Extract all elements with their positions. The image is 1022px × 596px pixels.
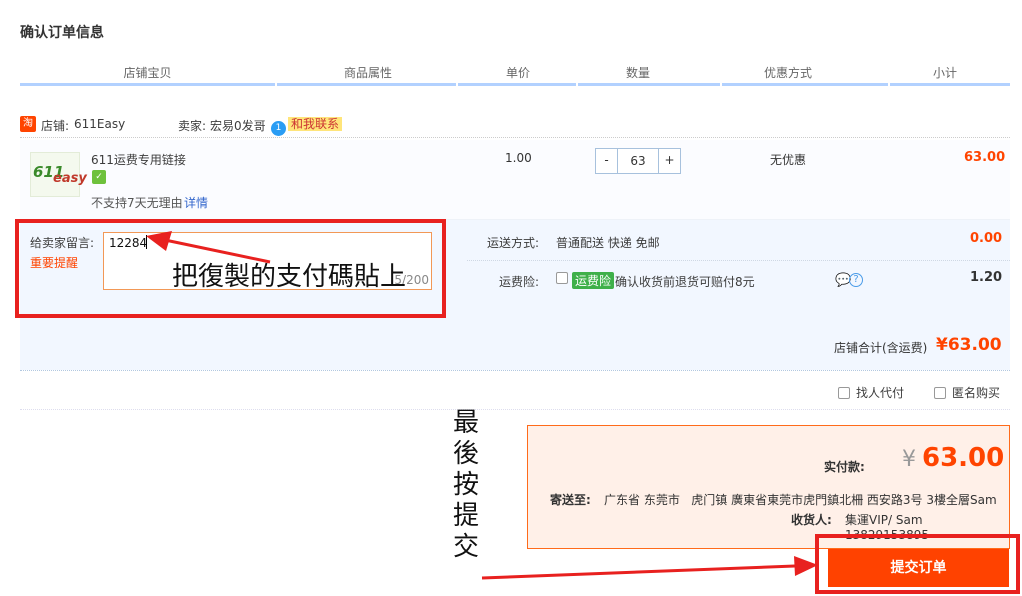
paste-arrow-head [146,231,172,251]
submit-arrow-line [481,564,796,580]
submit-arrow-head [794,556,818,576]
paste-arrow-line [164,238,271,264]
annotation-arrows [146,231,818,580]
